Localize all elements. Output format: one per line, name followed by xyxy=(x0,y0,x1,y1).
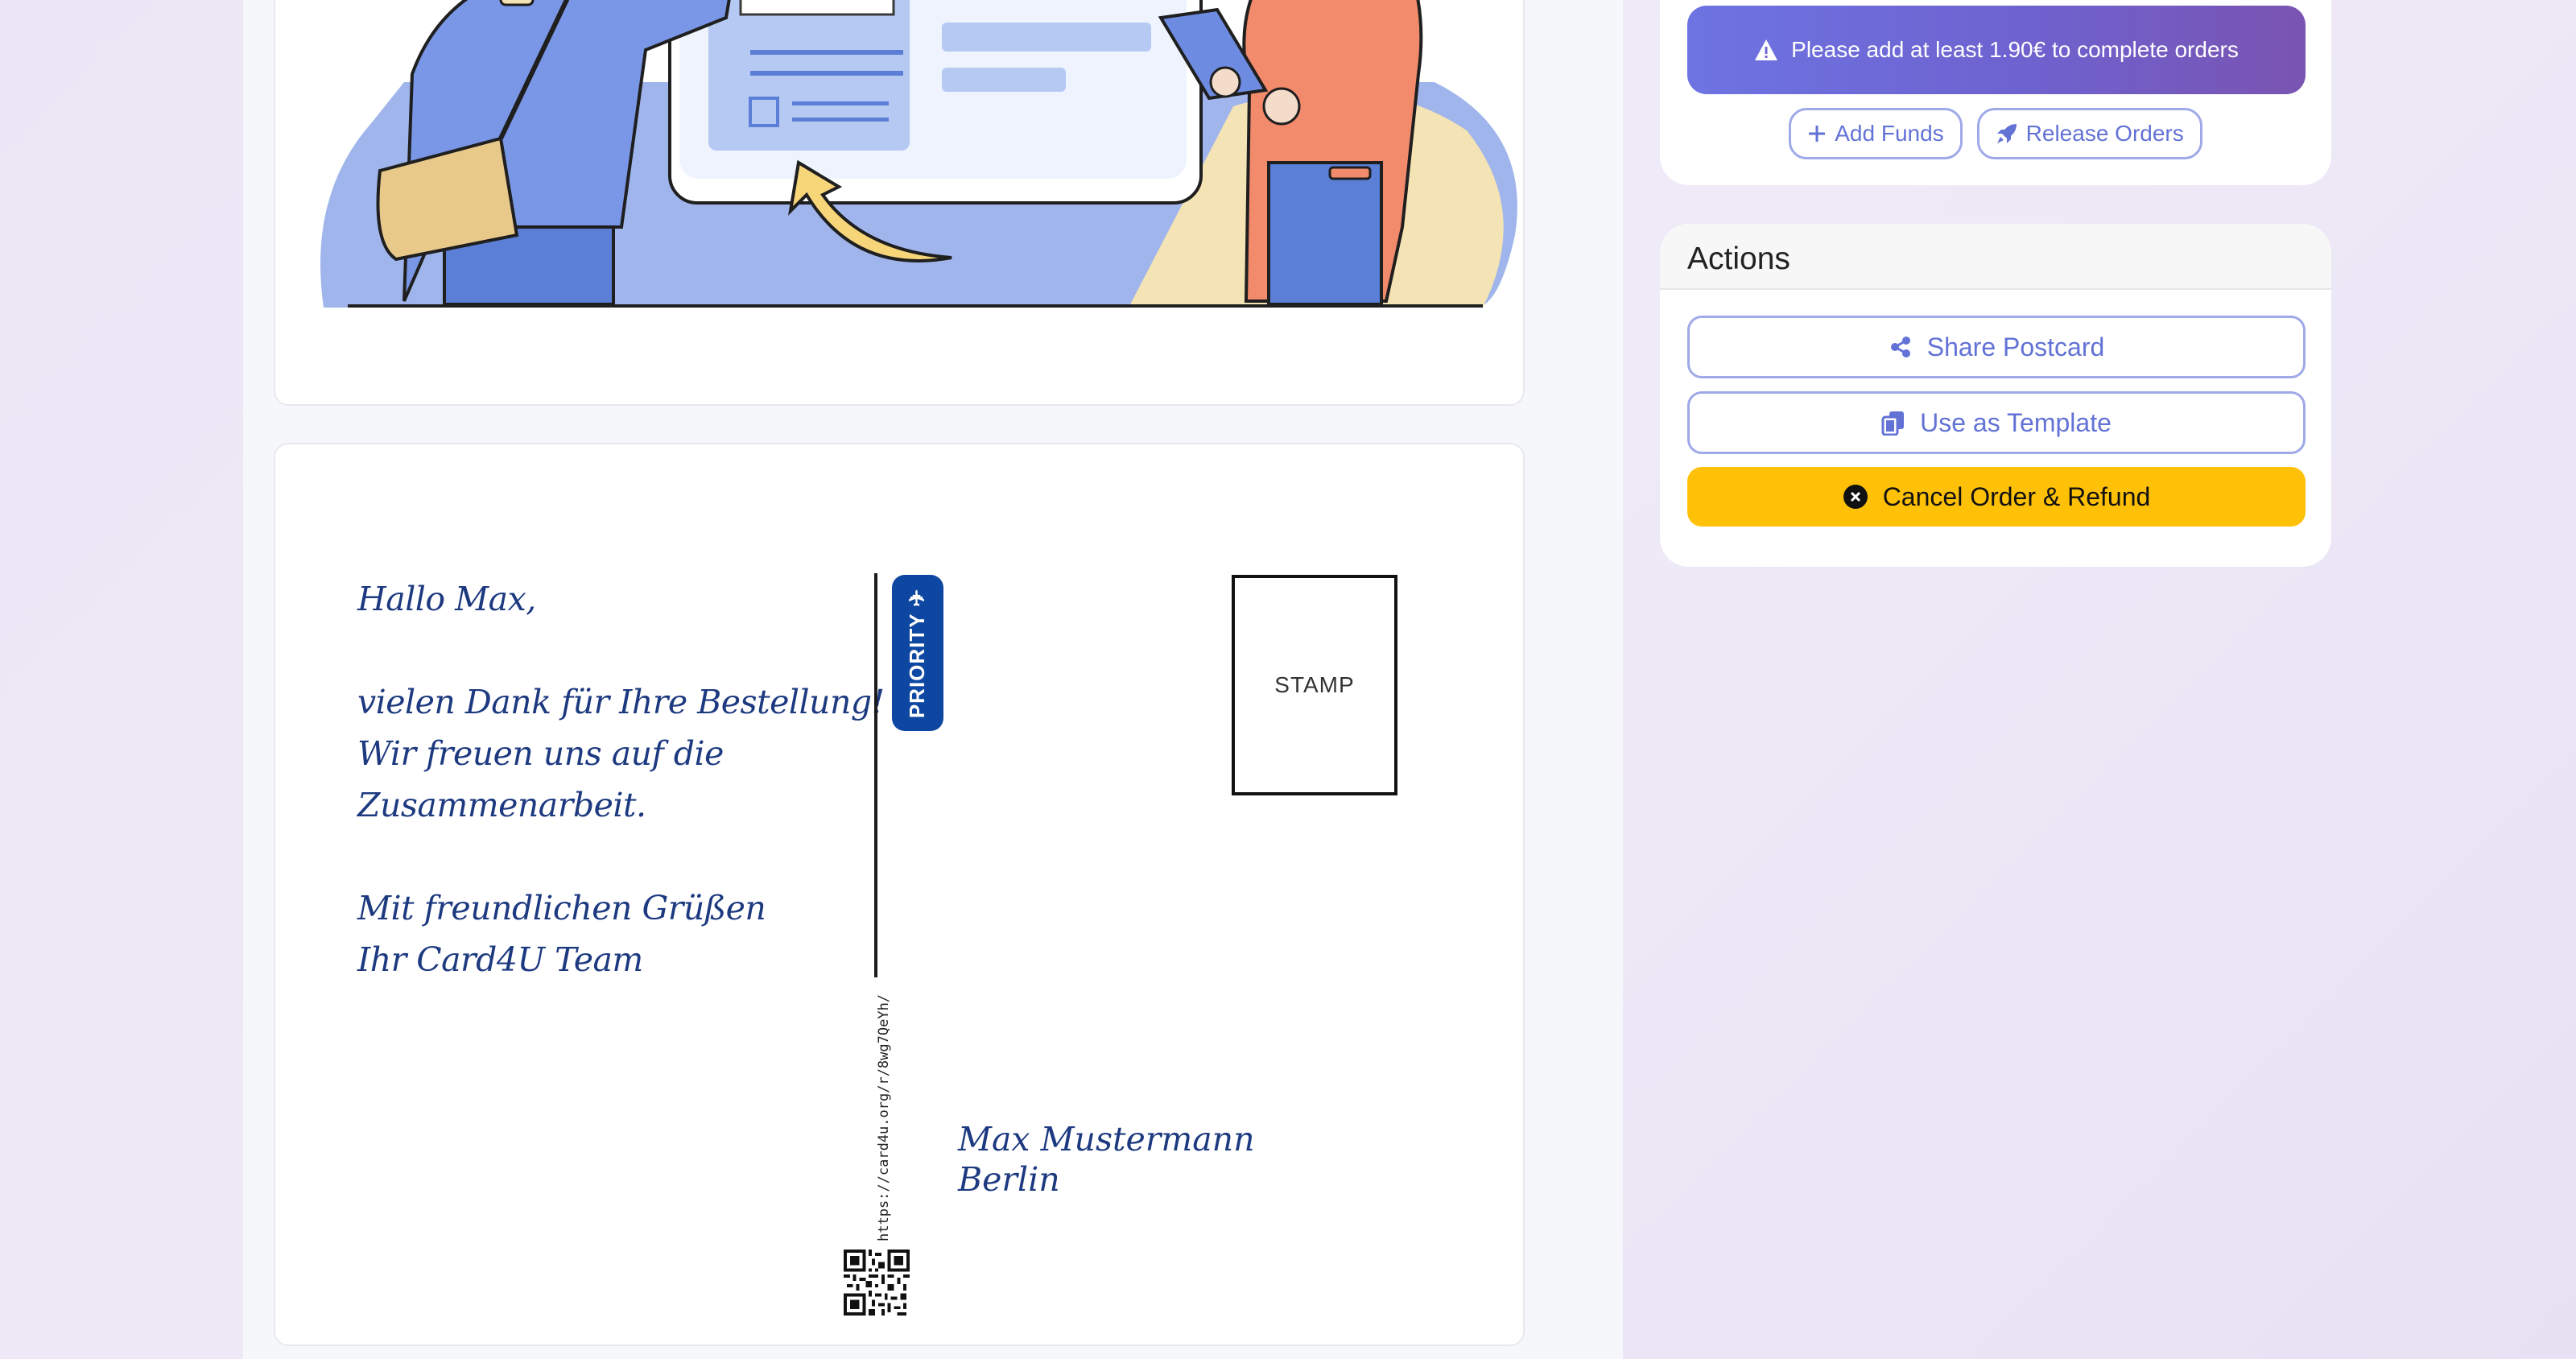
actions-card: Actions Share Postcard Use as Template C… xyxy=(1660,224,2331,567)
recipient-city: Berlin xyxy=(958,1160,1060,1199)
alert-text: Please add at least 1.90€ to complete or… xyxy=(1791,37,2239,62)
funds-actions: Add Funds Release Orders xyxy=(1660,108,2331,159)
recipient-address: Max Mustermann Berlin xyxy=(958,1119,1254,1200)
release-orders-label: Release Orders xyxy=(2025,121,2184,146)
plus-icon xyxy=(1807,124,1827,143)
closing-line: Mit freundlichen Grüßen xyxy=(357,889,766,927)
postcard-back: Hallo Max, vielen Dank für Ihre Bestellu… xyxy=(274,443,1525,1346)
greeting: Hallo Max, xyxy=(357,580,536,618)
insufficient-funds-alert: Please add at least 1.90€ to complete or… xyxy=(1687,6,2306,94)
postcard-front-image xyxy=(274,0,1525,406)
stamp-label: STAMP xyxy=(1274,672,1355,697)
stamp-placeholder: STAMP xyxy=(1232,575,1397,795)
copy-icon xyxy=(1881,410,1905,436)
priority-label: PRIORITY ✈ xyxy=(905,588,930,718)
add-funds-button[interactable]: Add Funds xyxy=(1789,108,1963,159)
use-as-template-button[interactable]: Use as Template xyxy=(1687,391,2306,454)
postcard-message: Hallo Max, vielen Dank für Ihre Bestellu… xyxy=(357,573,921,985)
priority-badge: PRIORITY ✈ xyxy=(892,575,943,731)
closing-line: Ihr Card4U Team xyxy=(357,940,643,979)
share-postcard-button[interactable]: Share Postcard xyxy=(1687,316,2306,378)
funds-card: Please add at least 1.90€ to complete or… xyxy=(1660,0,2331,185)
actions-title: Actions xyxy=(1660,224,2331,290)
tracking-url: https://card4u.org/r/8wg7QeYh/ xyxy=(876,993,892,1241)
message-line: Wir freuen uns auf die xyxy=(357,734,724,773)
postcard-divider xyxy=(874,573,877,977)
office-illustration xyxy=(320,0,1517,308)
use-as-template-label: Use as Template xyxy=(1920,407,2112,437)
qr-code-icon xyxy=(844,1250,910,1316)
add-funds-label: Add Funds xyxy=(1835,121,1944,146)
share-icon xyxy=(1889,335,1913,359)
message-line: Zusammenarbeit. xyxy=(357,786,646,824)
release-orders-button[interactable]: Release Orders xyxy=(1976,108,2202,159)
share-postcard-label: Share Postcard xyxy=(1926,332,2105,361)
cancel-order-label: Cancel Order & Refund xyxy=(1882,481,2151,511)
rocket-icon xyxy=(1996,122,2018,145)
warning-triangle-icon xyxy=(1754,39,1778,61)
recipient-name: Max Mustermann xyxy=(958,1120,1255,1159)
close-circle-icon xyxy=(1843,484,1868,510)
message-line: vielen Dank für Ihre Bestellung! xyxy=(357,683,885,721)
cancel-order-button[interactable]: Cancel Order & Refund xyxy=(1687,467,2306,527)
